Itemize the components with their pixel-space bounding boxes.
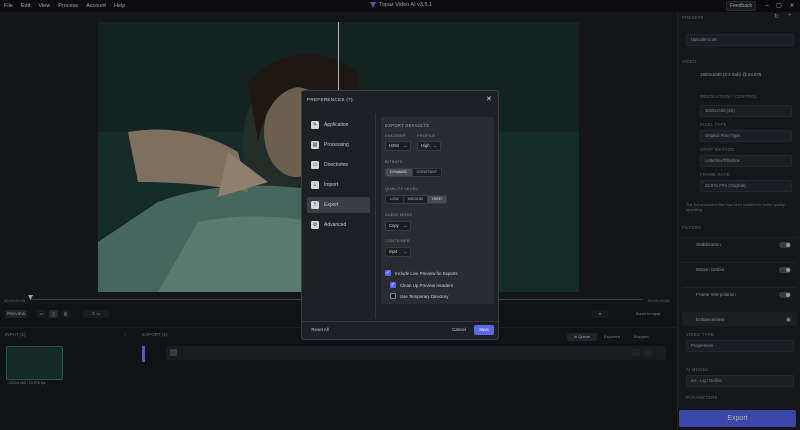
audio-select[interactable]: Copy ⌄ xyxy=(385,221,411,231)
preferences-dialog: PREFERENCES (?) ✕ ✎ Application ▤ Processi… xyxy=(301,90,500,340)
chevron-down-icon: ⌄ xyxy=(403,223,407,228)
audio-label: AUDIO MODE xyxy=(385,213,413,217)
nav-directories-label: Directories xyxy=(324,162,348,168)
quality-label: QUALITY LEVEL xyxy=(385,187,418,191)
bitrate-constant[interactable]: CONSTANT xyxy=(412,169,442,176)
clean-up-preview-checkbox[interactable]: ✓ Clean Up Preview Headers xyxy=(390,282,453,288)
section-title: EXPORT DEFAULTS xyxy=(385,123,430,128)
preferences-nav: ✎ Application ▤ Processing ▭ Directories ⇣ I… xyxy=(307,113,371,319)
bitrate-segmented: DYNAMIC CONSTANT xyxy=(385,168,443,177)
nav-import-label: Import xyxy=(324,182,339,188)
profile-value: High xyxy=(421,143,430,148)
export-icon: ⇡ xyxy=(311,201,319,209)
export-defaults-panel: EXPORT DEFAULTS ENCODER H264 ⌄ PROFILE Hi… xyxy=(381,117,494,304)
include-live-preview-label: Include Live Preview for Exports xyxy=(395,270,458,276)
save-button[interactable]: Save xyxy=(474,325,494,335)
temporary-directory-label: Use Temporary Directory xyxy=(400,293,449,299)
encoder-select[interactable]: H264 ⌄ xyxy=(385,141,411,151)
dialog-footer-divider xyxy=(302,321,500,322)
encoder-label: ENCODER xyxy=(385,134,407,138)
quality-segmented: LOW MEDIUM HIGH xyxy=(385,195,447,204)
encoder-value: H264 xyxy=(389,143,400,148)
advanced-icon: ⚙ xyxy=(311,221,319,229)
container-label: CONTAINER xyxy=(385,239,410,243)
nav-processing[interactable]: ▤ Processing xyxy=(307,137,370,153)
profile-select[interactable]: High ⌄ xyxy=(417,141,441,151)
dialog-divider xyxy=(375,113,376,319)
temporary-directory-checkbox[interactable]: Use Temporary Directory xyxy=(390,293,448,299)
nav-processing-label: Processing xyxy=(324,142,349,148)
nav-directories[interactable]: ▭ Directories xyxy=(307,157,370,173)
bitrate-dynamic[interactable]: DYNAMIC xyxy=(386,169,413,176)
processing-icon: ▤ xyxy=(311,141,319,149)
container-select[interactable]: mp4 ⌄ xyxy=(385,247,411,257)
clean-up-preview-label: Clean Up Preview Headers xyxy=(400,282,453,288)
chevron-down-icon: ⌄ xyxy=(433,143,437,148)
bitrate-label: BITRATE xyxy=(385,160,403,164)
application-icon: ✎ xyxy=(311,121,319,129)
close-icon[interactable]: ✕ xyxy=(486,95,492,103)
cancel-button[interactable]: Cancel xyxy=(448,325,470,335)
nav-application[interactable]: ✎ Application xyxy=(307,117,370,133)
checkbox-checked-icon[interactable]: ✓ xyxy=(385,270,391,276)
quality-high[interactable]: HIGH xyxy=(428,196,446,203)
audio-value: Copy xyxy=(389,223,399,228)
app-window: File Edit View Process Account Help Topa… xyxy=(0,0,800,430)
nav-advanced-label: Advanced xyxy=(324,222,347,228)
checkbox-unchecked-icon[interactable] xyxy=(390,293,396,299)
nav-application-label: Application xyxy=(324,122,349,128)
include-live-preview-checkbox[interactable]: ✓ Include Live Preview for Exports xyxy=(385,270,458,276)
quality-medium[interactable]: MEDIUM xyxy=(403,196,429,203)
nav-export[interactable]: ⇡ Export xyxy=(307,197,370,213)
reset-all-button[interactable]: Reset All xyxy=(308,325,332,335)
quality-low[interactable]: LOW xyxy=(386,196,404,203)
container-value: mp4 xyxy=(389,249,398,254)
chevron-down-icon: ⌄ xyxy=(403,143,407,148)
dialog-title: PREFERENCES (?) xyxy=(307,97,353,102)
checkbox-checked-icon[interactable]: ✓ xyxy=(390,282,396,288)
nav-export-label: Export xyxy=(324,202,339,208)
profile-label: PROFILE xyxy=(417,134,436,138)
import-icon: ⇣ xyxy=(311,181,319,189)
nav-advanced[interactable]: ⚙ Advanced xyxy=(307,217,370,233)
folder-icon: ▭ xyxy=(311,161,319,169)
nav-import[interactable]: ⇣ Import xyxy=(307,177,370,193)
chevron-down-icon: ⌄ xyxy=(403,249,407,254)
